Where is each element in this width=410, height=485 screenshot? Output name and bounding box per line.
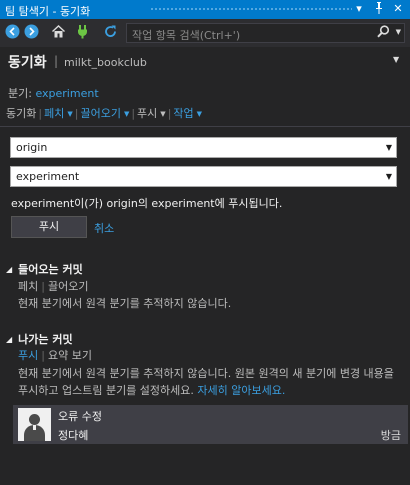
- nav-separator: |: [131, 107, 136, 120]
- search-icon[interactable]: [377, 25, 390, 41]
- link-separator: |: [41, 280, 45, 293]
- outgoing-commits-header[interactable]: ◢ 나가는 커밋: [6, 331, 73, 347]
- title-bar: 팀 탐색기 - 동기화 ▾ ✕: [0, 0, 410, 19]
- incoming-pull-link[interactable]: 끌어오기: [48, 280, 88, 293]
- incoming-links: 페치 | 끌어오기: [18, 278, 88, 294]
- remote-branch-value: experiment: [16, 170, 80, 183]
- branch-row: 분기: experiment: [8, 85, 99, 101]
- back-arrow-icon[interactable]: [4, 24, 21, 41]
- incoming-fetch-link[interactable]: 페치: [18, 280, 38, 293]
- incoming-title: 들어오는 커밋: [18, 263, 83, 276]
- collapse-triangle-icon[interactable]: ◢: [6, 265, 12, 274]
- nav-actions[interactable]: 작업: [173, 105, 193, 121]
- cancel-link[interactable]: 취소: [94, 220, 114, 236]
- avatar-head: [29, 414, 40, 425]
- search-options-chevron-icon[interactable]: ▼: [396, 28, 401, 36]
- outgoing-description: 현재 분기에서 원격 분기를 추적하지 않습니다. 원본 원격의 새 분기에 변…: [18, 365, 403, 399]
- page-menu-chevron-icon[interactable]: ▼: [393, 55, 399, 64]
- incoming-commits-header[interactable]: ◢ 들어오는 커밋: [6, 261, 83, 277]
- learn-more-link[interactable]: 자세히 알아보세요.: [197, 384, 285, 397]
- outgoing-links: 푸시 | 요약 보기: [18, 347, 92, 363]
- pin-icon[interactable]: [372, 2, 386, 16]
- push-button[interactable]: 푸시: [11, 216, 87, 238]
- outgoing-title: 나가는 커밋: [18, 333, 73, 346]
- work-item-search[interactable]: 작업 항목 검색(Ctrl+') ▼: [126, 23, 405, 43]
- nav-push[interactable]: 푸시: [137, 105, 157, 121]
- chevron-down-icon[interactable]: ▼: [386, 143, 392, 152]
- home-icon[interactable]: [50, 24, 67, 41]
- avatar: [18, 408, 51, 441]
- push-chevron-down-icon[interactable]: ▼: [160, 110, 165, 118]
- refresh-icon[interactable]: [102, 24, 119, 41]
- commit-author: 정다혜: [58, 429, 89, 442]
- nav-sync[interactable]: 동기화: [6, 105, 36, 121]
- outgoing-view-summary-link[interactable]: 요약 보기: [48, 349, 92, 362]
- chevron-down-icon[interactable]: ▼: [386, 172, 392, 181]
- close-icon[interactable]: ✕: [391, 2, 405, 16]
- search-placeholder: 작업 항목 검색(Ctrl+'): [132, 29, 241, 42]
- pull-chevron-down-icon[interactable]: ▼: [124, 110, 129, 118]
- remote-select[interactable]: origin ▼: [10, 137, 397, 158]
- header-divider: [0, 126, 410, 127]
- nav-pull[interactable]: 끌어오기: [80, 105, 120, 121]
- fetch-chevron-down-icon[interactable]: ▼: [67, 110, 72, 118]
- nav-separator: |: [74, 107, 79, 120]
- title-grip[interactable]: [150, 7, 352, 12]
- avatar-collar: [33, 425, 36, 430]
- toolbar: 작업 항목 검색(Ctrl+') ▼: [0, 19, 410, 47]
- remote-value: origin: [16, 141, 48, 154]
- nav-fetch[interactable]: 페치: [44, 105, 64, 121]
- repository-name: milkt_bookclub: [64, 56, 147, 69]
- link-separator: |: [41, 349, 45, 362]
- nav-separator: |: [167, 107, 172, 120]
- branch-link[interactable]: experiment: [35, 87, 98, 100]
- title-separator: |: [54, 54, 59, 68]
- incoming-description: 현재 분기에서 원격 분기를 추적하지 않습니다.: [18, 297, 232, 310]
- actions-chevron-down-icon[interactable]: ▼: [197, 110, 202, 118]
- plug-icon[interactable]: [74, 24, 91, 41]
- collapse-triangle-icon[interactable]: ◢: [6, 335, 12, 344]
- push-message: experiment이(가) origin의 experiment에 푸시됩니다…: [11, 197, 283, 210]
- commit-item[interactable]: 오류 수정 정다혜 방금: [13, 405, 408, 444]
- commit-time: 방금: [380, 429, 401, 442]
- page-title: 동기화: [8, 55, 47, 71]
- branch-label: 분기:: [8, 87, 32, 100]
- remote-branch-select[interactable]: experiment ▼: [10, 166, 397, 187]
- outgoing-push-link[interactable]: 푸시: [18, 349, 38, 362]
- commit-message: 오류 수정: [58, 410, 102, 423]
- nav-separator: |: [38, 107, 43, 120]
- sync-action-bar: 동기화 | 페치 ▼ | 끌어오기 ▼ | 푸시 ▼ | 작업 ▼: [6, 105, 202, 121]
- window-menu-dropdown-icon[interactable]: ▾: [352, 2, 366, 16]
- window-title: 팀 탐색기 - 동기화: [5, 5, 91, 18]
- forward-arrow-icon[interactable]: [23, 24, 40, 41]
